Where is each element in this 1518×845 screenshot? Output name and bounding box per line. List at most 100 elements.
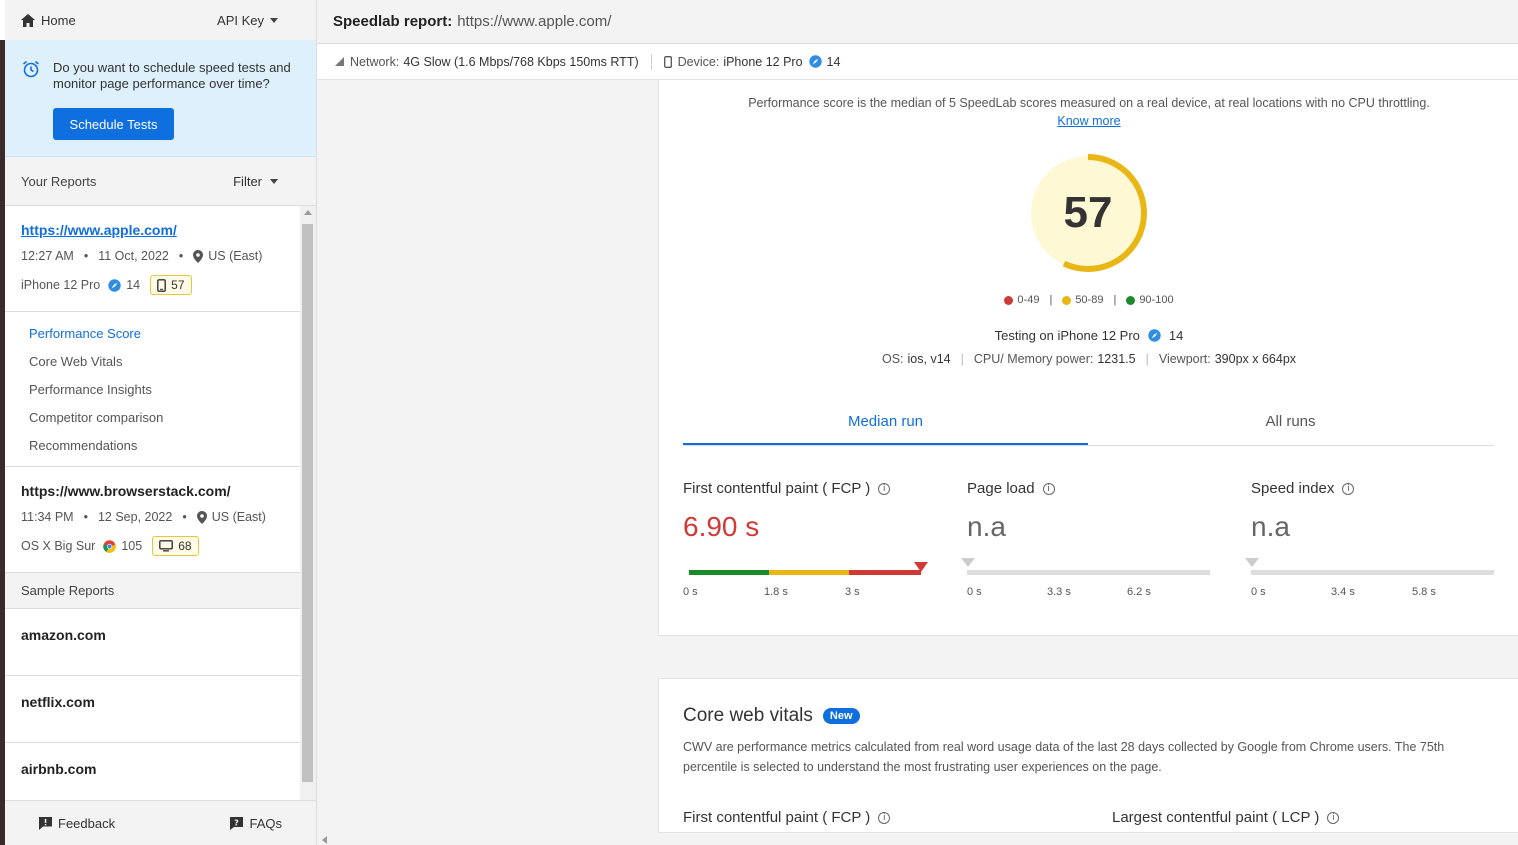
mobile-icon [157, 278, 167, 292]
api-key-dropdown[interactable]: API Key [217, 13, 278, 28]
scroll-up-arrow-icon[interactable] [304, 210, 312, 215]
report-location: US (East) [208, 249, 263, 263]
sidebar-scrollbar[interactable] [300, 206, 316, 800]
your-reports-header: Your Reports Filter [5, 157, 316, 206]
tab-all-runs[interactable]: All runs [1088, 399, 1493, 445]
faqs-link[interactable]: ? FAQs [230, 816, 282, 831]
divider [650, 53, 652, 70]
info-icon[interactable]: i [1342, 482, 1355, 495]
report-item-browserstack[interactable]: https://www.browserstack.com/ 11:34 PM •… [5, 467, 300, 573]
sample-report-netflix[interactable]: netflix.com [5, 676, 300, 743]
viewport-value: 390px x 664px [1214, 352, 1297, 366]
cpu-key: CPU/ Memory power: [973, 352, 1094, 366]
legend-label: 50-89 [1075, 294, 1104, 306]
report-date: 11 Oct, 2022 [98, 249, 169, 263]
location-pin-icon [193, 249, 204, 263]
metric-title: First contentful paint ( FCP ) [683, 809, 871, 826]
chevron-down-icon [270, 17, 278, 23]
divider: | [1145, 352, 1149, 366]
bar-empty [1251, 570, 1494, 575]
info-icon[interactable]: i [878, 482, 891, 495]
report-url[interactable]: https://www.browserstack.com/ [21, 483, 284, 499]
separator-dot: • [178, 249, 184, 263]
home-link[interactable]: Home [21, 13, 76, 28]
legend-good: 90-100 [1126, 294, 1174, 306]
schedule-tests-button[interactable]: Schedule Tests [53, 108, 174, 140]
filter-label: Filter [233, 173, 262, 189]
metric-value: n.a [967, 511, 1006, 542]
metric-fcp: First contentful paint ( FCP ) i 6.90 s [683, 480, 933, 543]
red-dot-icon [1004, 295, 1014, 305]
tick-label: 0 s [1251, 586, 1266, 598]
report-device-name: OS X Big Sur [21, 539, 96, 553]
divider: | [1049, 294, 1053, 306]
subnav-competitor-comparison[interactable]: Competitor comparison [29, 404, 300, 432]
scroll-left-arrow-icon[interactable] [322, 836, 327, 844]
mobile-icon [663, 55, 672, 68]
value-marker-icon [1245, 558, 1259, 567]
svg-text:?: ? [235, 818, 240, 827]
score-legend: 0-49 | 50-89 | 90-100 [659, 294, 1518, 306]
subnav-performance-score[interactable]: Performance Score [29, 320, 300, 348]
report-device: iPhone 12 Pro 14 57 [21, 275, 284, 311]
sidebar: Home API Key Do you want to schedule spe… [0, 0, 317, 845]
cwv-metric-lcp: Largest contentful paint ( LCP ) i [1112, 809, 1340, 826]
report-subnav: Performance Score Core Web Vitals Perfor… [5, 311, 300, 467]
metric-value: n.a [1251, 511, 1290, 542]
reports-list: https://www.apple.com/ 12:27 AM • 11 Oct… [5, 206, 300, 800]
location-pin-icon [196, 510, 207, 524]
yellow-dot-icon [1062, 295, 1072, 305]
subnav-performance-insights[interactable]: Performance Insights [29, 376, 300, 404]
metric-value: 6.90 s [683, 511, 760, 542]
feedback-label: Feedback [58, 815, 116, 831]
separator-dot: • [182, 510, 187, 524]
tick-label: 3.4 s [1331, 586, 1355, 598]
tick-label: 3.3 s [1047, 586, 1071, 598]
know-more-link[interactable]: Know more [659, 114, 1518, 128]
info-icon[interactable]: i [878, 811, 891, 824]
metric-title: First contentful paint ( FCP ) [683, 480, 871, 497]
api-key-label: API Key [217, 12, 264, 28]
score-number: 57 [1063, 188, 1113, 237]
report-item-apple[interactable]: https://www.apple.com/ 12:27 AM • 11 Oct… [5, 206, 300, 311]
info-icon[interactable]: i [1327, 811, 1340, 824]
tick-label: 5.8 s [1412, 586, 1436, 598]
faq-icon: ? [230, 816, 244, 830]
report-title-label: Speedlab report: [333, 13, 453, 30]
metric-speed-index: Speed index i n.a [1251, 480, 1501, 543]
chevron-down-icon [270, 178, 278, 184]
network-key: Network: [350, 54, 400, 69]
report-url[interactable]: https://www.apple.com/ [21, 222, 284, 238]
metric-title: Largest contentful paint ( LCP ) [1112, 809, 1320, 826]
tick-label: 3 s [845, 586, 860, 598]
feedback-link[interactable]: Feedback [39, 816, 115, 831]
tick-label: 1.8 s [764, 586, 788, 598]
report-header: Speedlab report: https://www.apple.com/ [317, 0, 1518, 44]
new-badge: New [822, 708, 860, 724]
separator-dot: • [83, 249, 89, 263]
separator-dot: • [83, 510, 88, 524]
subnav-core-web-vitals[interactable]: Core Web Vitals [29, 348, 300, 376]
tick-label: 6.2 s [1127, 586, 1151, 598]
sample-report-airbnb[interactable]: airbnb.com [5, 743, 300, 800]
cwv-heading: Core web vitals New [683, 705, 860, 727]
tab-median-run[interactable]: Median run [683, 399, 1088, 445]
os-value: ios, v14 [907, 352, 951, 366]
report-browser-version: 105 [121, 539, 143, 553]
score-value: 68 [178, 539, 192, 553]
report-time: 11:34 PM [21, 510, 74, 524]
safari-icon [808, 55, 822, 68]
device-value: iPhone 12 Pro [723, 54, 803, 69]
sample-report-amazon[interactable]: amazon.com [5, 609, 300, 676]
viewport-key: Viewport: [1158, 352, 1211, 366]
filter-dropdown[interactable]: Filter [233, 174, 278, 189]
device-version: 14 [826, 54, 841, 69]
info-icon[interactable]: i [1042, 482, 1055, 495]
scrollbar-thumb[interactable] [302, 224, 313, 782]
subnav-recommendations[interactable]: Recommendations [29, 432, 300, 460]
chrome-icon [103, 539, 117, 553]
desktop-icon [159, 540, 174, 552]
bar-segment-good [689, 570, 769, 575]
metric-title: Page load [967, 480, 1035, 497]
divider: | [1113, 294, 1117, 306]
